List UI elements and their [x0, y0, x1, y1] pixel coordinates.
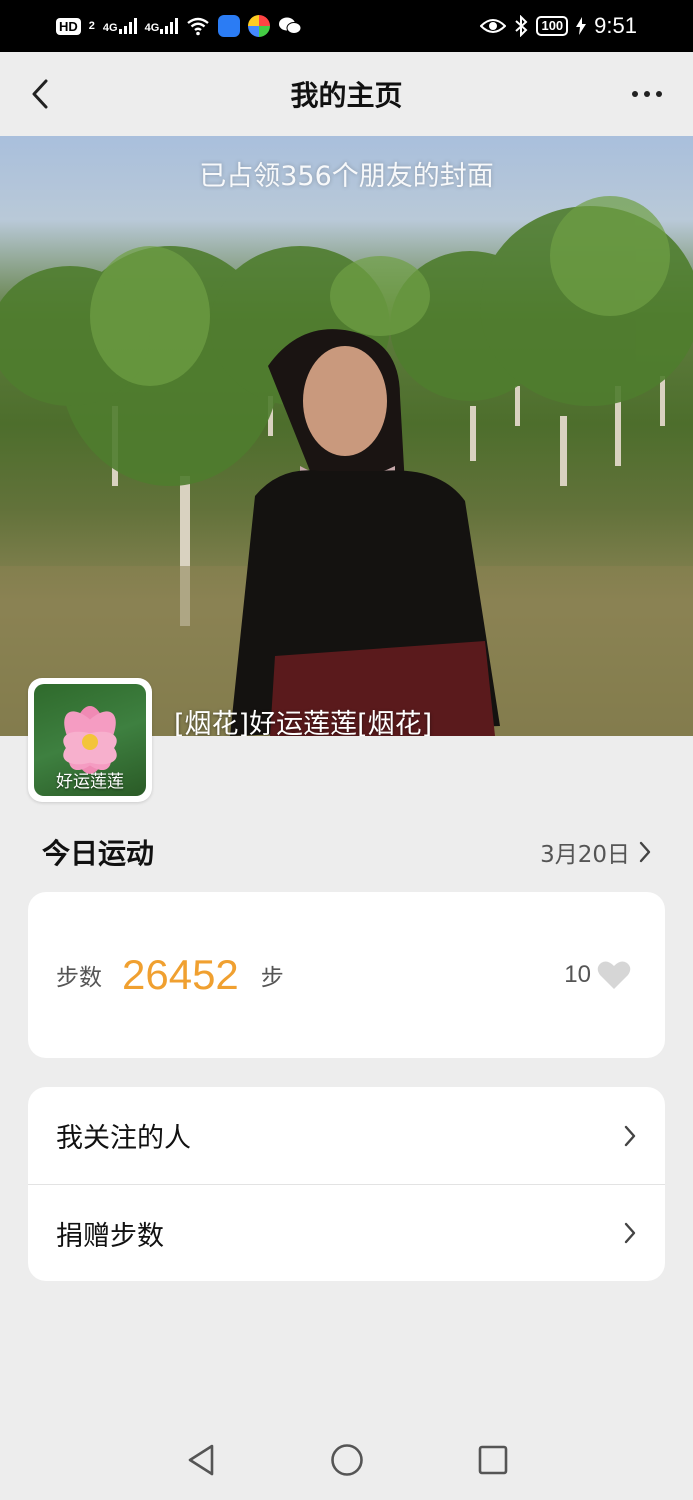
steps-label: 步数	[56, 965, 102, 991]
today-title: 今日运动	[42, 837, 155, 870]
nickname: [烟花]好运莲莲[烟花]	[174, 709, 433, 736]
avatar[interactable]: 好运莲莲	[28, 678, 152, 802]
likes-count: 10	[564, 961, 591, 988]
more-button[interactable]	[627, 78, 667, 110]
chevron-right-icon	[624, 1222, 636, 1244]
menu-item-label: 捐赠步数	[56, 1220, 164, 1252]
avatar-image: 好运莲莲	[34, 684, 146, 796]
steps-value: 26452	[122, 951, 239, 998]
status-left: HD 2 4G 4G	[56, 15, 302, 37]
header-bar: 我的主页	[0, 52, 693, 136]
date-label: 3月20日	[540, 842, 630, 868]
more-dot	[644, 91, 650, 97]
avatar-caption: 好运莲莲	[56, 772, 124, 792]
steps-unit: 步	[260, 965, 284, 991]
eye-icon	[480, 19, 507, 33]
network-type-1: 4G	[102, 22, 118, 34]
shield-icon	[218, 15, 241, 37]
wechat-icon	[279, 17, 302, 34]
network-type-2: 4G	[144, 22, 160, 34]
page-title: 我的主页	[290, 79, 403, 112]
nav-home-button[interactable]	[324, 1437, 370, 1483]
chevron-right-icon	[639, 841, 651, 863]
more-dot	[632, 91, 638, 97]
menu-item-label: 我关注的人	[56, 1123, 191, 1154]
more-dot	[656, 91, 662, 97]
nav-back-button[interactable]	[178, 1437, 224, 1483]
hd-indicator: HD	[56, 17, 81, 35]
app-icon	[248, 15, 271, 37]
signal-icon	[160, 18, 179, 34]
cover-image[interactable]: 已占领356个朋友的封面 [烟花]好运莲莲[烟花]	[0, 136, 693, 736]
chevron-right-icon	[624, 1125, 636, 1146]
sim-indicator: 2	[88, 20, 95, 32]
menu-item-following[interactable]: 我关注的人	[28, 1087, 665, 1184]
circle-home-icon	[330, 1444, 363, 1476]
heart-icon	[597, 961, 631, 989]
menu-list: 我关注的人 捐赠步数	[28, 1087, 665, 1281]
chevron-left-icon	[32, 79, 48, 109]
charging-icon	[576, 17, 587, 35]
status-bar: HD 2 4G 4G 100 9:51	[0, 0, 693, 52]
date-link[interactable]: 3月20日	[540, 835, 652, 869]
menu-item-donate-steps[interactable]: 捐赠步数	[28, 1184, 665, 1281]
wifi-icon	[187, 17, 210, 36]
bluetooth-icon	[515, 15, 528, 37]
likes[interactable]: 10	[564, 960, 631, 990]
signal-icon	[118, 18, 137, 34]
square-recents-icon	[478, 1445, 507, 1475]
navigation-bar	[0, 1420, 693, 1500]
battery-indicator: 100	[536, 16, 569, 36]
back-button[interactable]	[22, 76, 58, 112]
network-indicator-2: 4G	[145, 18, 179, 34]
clock: 9:51	[594, 13, 637, 38]
steps-card[interactable]: 步数 26452 步 10	[28, 892, 665, 1058]
nav-recents-button[interactable]	[470, 1437, 516, 1483]
status-right: 100 9:51	[480, 13, 637, 39]
network-indicator-1: 4G	[103, 18, 137, 34]
today-section-header: 今日运动 3月20日	[42, 832, 652, 872]
triangle-back-icon	[188, 1444, 213, 1476]
cover-caption: 已占领356个朋友的封面	[199, 161, 494, 192]
cover-photo	[0, 196, 693, 736]
